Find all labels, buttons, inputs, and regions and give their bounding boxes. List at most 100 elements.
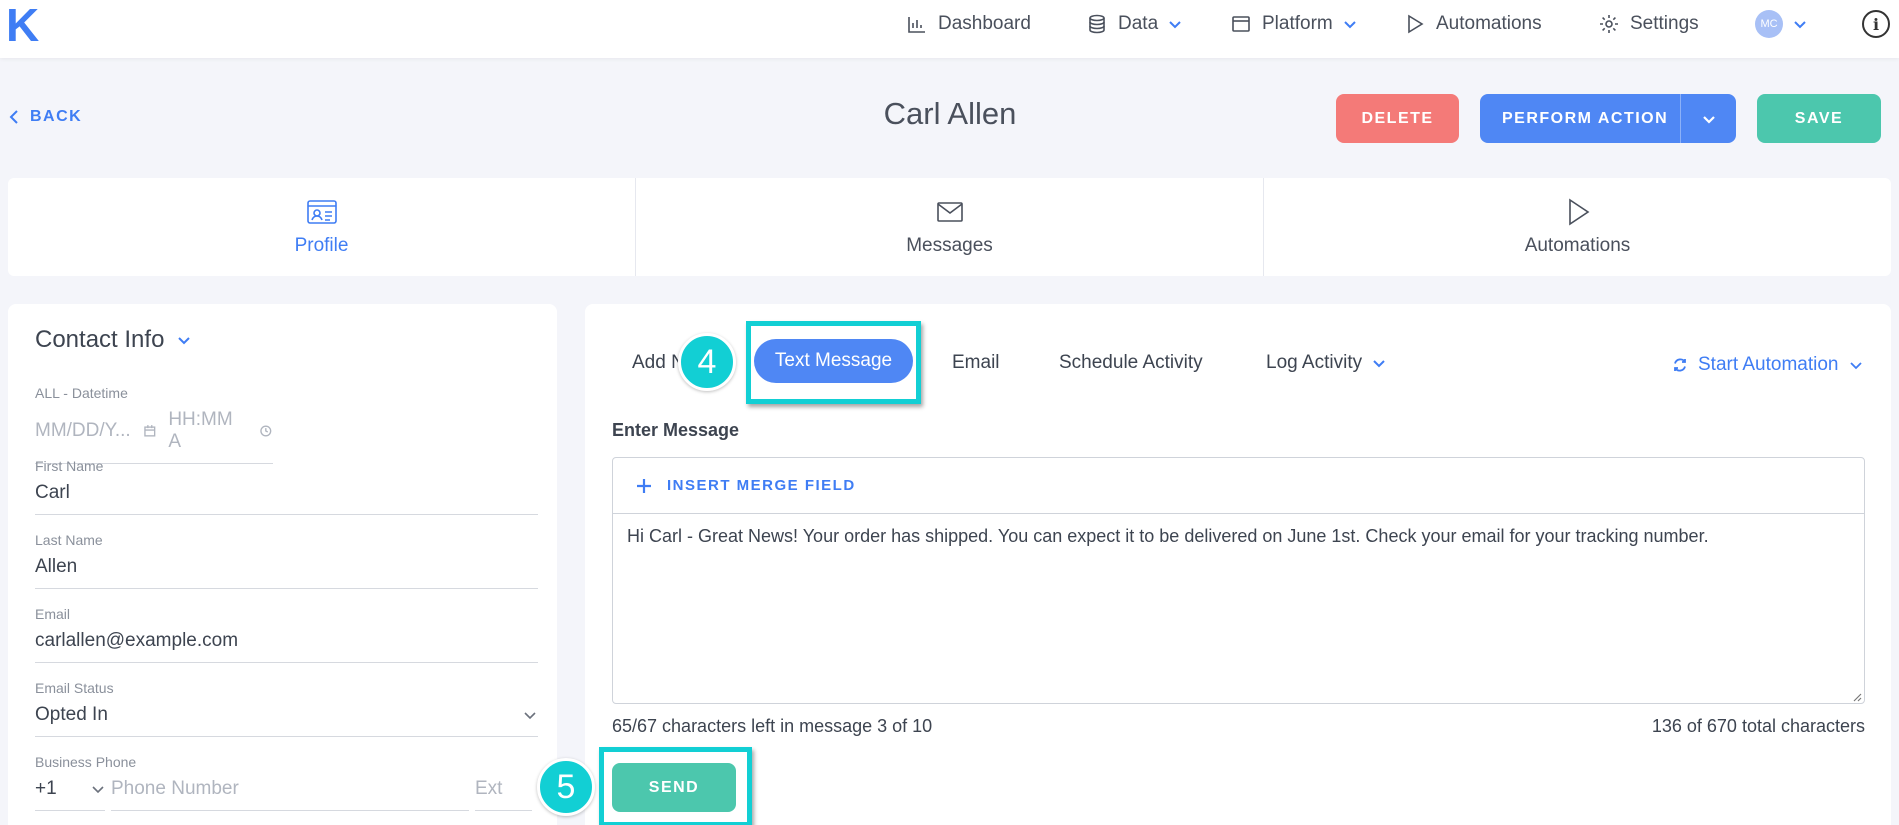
tab-profile-label: Profile xyxy=(294,235,349,256)
insert-merge-field-label: INSERT MERGE FIELD xyxy=(667,477,856,494)
sub-tab-add-note[interactable]: Add N xyxy=(632,352,685,374)
chevron-down-icon xyxy=(1373,360,1385,368)
tab-messages-label: Messages xyxy=(906,235,993,256)
resize-handle[interactable] xyxy=(1850,689,1862,702)
chevron-down-icon xyxy=(1169,21,1181,29)
date-input[interactable]: MM/DD/Y... xyxy=(35,420,131,442)
nav-dashboard[interactable]: Dashboard xyxy=(906,12,1031,36)
play-icon xyxy=(1568,198,1589,226)
business-phone-label: Business Phone xyxy=(35,754,137,770)
nav-dashboard-label: Dashboard xyxy=(938,13,1031,34)
characters-left-text: 65/67 characters left in message 3 of 10 xyxy=(612,716,933,736)
nav-automations-label: Automations xyxy=(1436,13,1542,34)
plus-icon xyxy=(637,478,651,493)
schedule-activity-label: Schedule Activity xyxy=(1059,352,1203,373)
first-name-value: Carl xyxy=(35,482,70,503)
user-menu[interactable]: MC xyxy=(1755,10,1807,38)
top-nav: K Dashboard Data Platform Automations Se… xyxy=(0,0,1899,58)
phone-ext-input[interactable]: Ext xyxy=(475,778,532,811)
message-textarea[interactable]: Hi Carl - Great News! Your order has shi… xyxy=(613,514,1864,559)
insert-merge-field-button[interactable]: INSERT MERGE FIELD xyxy=(613,458,1864,514)
page-title: Carl Allen xyxy=(883,96,1017,131)
nav-data[interactable]: Data xyxy=(1086,12,1182,36)
nav-automations[interactable]: Automations xyxy=(1404,12,1542,36)
email-input[interactable]: carlallen@example.com xyxy=(35,630,538,663)
sub-tab-schedule-activity[interactable]: Schedule Activity xyxy=(1059,352,1203,374)
email-status-label: Email Status xyxy=(35,680,114,696)
chevron-down-icon xyxy=(1702,115,1715,124)
nav-platform[interactable]: Platform xyxy=(1230,12,1357,36)
chevron-down-icon xyxy=(524,712,536,720)
step-5-badge: 5 xyxy=(537,758,595,816)
delete-button[interactable]: DELETE xyxy=(1336,94,1459,143)
first-name-label: First Name xyxy=(35,458,104,474)
enter-message-label: Enter Message xyxy=(612,420,740,440)
tab-automations[interactable]: Automations xyxy=(1264,178,1891,276)
email-field: Email carlallen@example.com xyxy=(35,606,538,663)
last-name-input[interactable]: Allen xyxy=(35,556,538,589)
country-code-select[interactable]: +1 xyxy=(35,778,105,811)
clock-icon[interactable] xyxy=(259,424,273,438)
perform-action-button[interactable]: PERFORM ACTION xyxy=(1480,94,1736,143)
tab-messages[interactable]: Messages xyxy=(636,178,1264,276)
contact-info-title: Contact Info xyxy=(35,326,165,353)
chevron-down-icon xyxy=(178,337,191,345)
start-automation-label: Start Automation xyxy=(1698,354,1839,375)
chevron-down-icon xyxy=(1794,21,1806,29)
envelope-icon xyxy=(936,202,963,222)
nav-platform-label: Platform xyxy=(1262,13,1333,34)
gear-icon xyxy=(1600,15,1618,33)
calendar-icon[interactable] xyxy=(143,424,157,438)
contact-info-header[interactable]: Contact Info xyxy=(35,326,192,354)
datetime-field: ALL - Datetime MM/DD/Y... HH:MM A xyxy=(35,385,538,464)
back-link[interactable]: BACK xyxy=(8,108,82,126)
email-value: carlallen@example.com xyxy=(35,630,239,651)
tab-profile[interactable]: Profile xyxy=(8,178,636,276)
phone-number-input[interactable]: Phone Number xyxy=(111,778,469,811)
nav-settings[interactable]: Settings xyxy=(1598,12,1699,36)
email-status-field: Email Status Opted In xyxy=(35,680,538,737)
total-characters-text: 136 of 670 total characters xyxy=(1651,716,1865,736)
info-icon[interactable]: i xyxy=(1862,10,1890,38)
chevron-left-icon xyxy=(9,110,18,124)
nav-settings-label: Settings xyxy=(1630,13,1699,34)
country-code-value: +1 xyxy=(35,778,57,799)
datetime-label: ALL - Datetime xyxy=(35,385,128,401)
first-name-field: First Name Carl xyxy=(35,458,538,515)
step-4-badge: 4 xyxy=(678,333,736,391)
perform-action-dropdown[interactable] xyxy=(1680,94,1736,143)
back-label: BACK xyxy=(30,108,83,125)
record-tabs: Profile Messages Automations xyxy=(8,178,1891,276)
start-automation-button[interactable]: Start Automation xyxy=(1672,354,1864,376)
time-input[interactable]: HH:MM A xyxy=(168,409,247,453)
id-card-icon xyxy=(306,200,337,224)
chevron-down-icon xyxy=(1850,362,1863,370)
bar-chart-icon xyxy=(908,17,925,33)
database-icon xyxy=(1089,14,1105,34)
last-name-value: Allen xyxy=(35,556,78,577)
refresh-icon xyxy=(1674,358,1686,372)
window-icon xyxy=(1232,16,1250,32)
first-name-input[interactable]: Carl xyxy=(35,482,538,515)
resize-grip-icon xyxy=(1853,693,1862,702)
tab-automations-label: Automations xyxy=(1524,235,1631,256)
sub-tab-email[interactable]: Email xyxy=(952,352,1000,374)
email-status-select[interactable]: Opted In xyxy=(35,704,538,737)
avatar: MC xyxy=(1755,10,1783,38)
email-tab-label: Email xyxy=(952,352,1000,373)
perform-action-label: PERFORM ACTION xyxy=(1502,109,1669,127)
log-activity-label: Log Activity xyxy=(1266,352,1363,373)
sub-tab-log-activity[interactable]: Log Activity xyxy=(1266,352,1386,374)
email-label: Email xyxy=(35,606,71,622)
nav-data-label: Data xyxy=(1118,13,1159,34)
contact-info-panel: Contact Info ALL - Datetime MM/DD/Y... H… xyxy=(8,304,557,825)
add-note-label: Add N xyxy=(632,352,685,373)
email-status-value: Opted In xyxy=(35,704,108,725)
last-name-field: Last Name Allen xyxy=(35,532,538,589)
app-logo[interactable]: K xyxy=(6,2,39,48)
chevron-down-icon xyxy=(92,786,104,794)
last-name-label: Last Name xyxy=(35,532,103,548)
save-button[interactable]: SAVE xyxy=(1757,94,1881,143)
business-phone-field: Business Phone +1 Phone Number Ext xyxy=(35,754,538,811)
message-editor: INSERT MERGE FIELD Hi Carl - Great News!… xyxy=(612,457,1865,704)
